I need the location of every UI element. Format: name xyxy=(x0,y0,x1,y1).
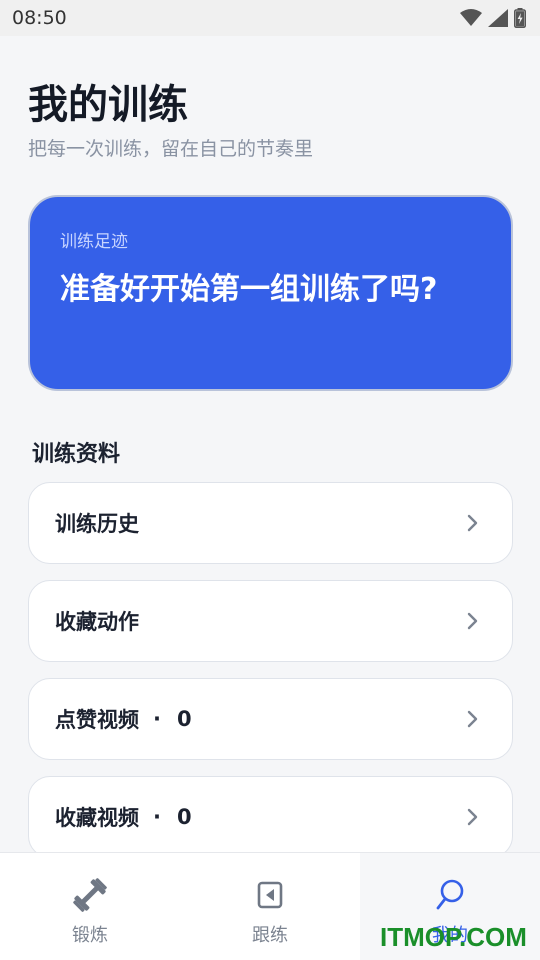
page-title: 我的训练 xyxy=(28,82,188,128)
dot-separator: · xyxy=(153,805,161,829)
watermark: ITMOP.COM xyxy=(380,922,527,952)
list-item-label: 训练历史 xyxy=(55,512,139,536)
nav-label: 跟练 xyxy=(252,925,288,946)
list-item-favorite-moves[interactable]: 收藏动作 xyxy=(28,580,513,662)
battery-icon xyxy=(514,8,526,28)
training-footprint-card[interactable]: 训练足迹 准备好开始第一组训练了吗? xyxy=(28,195,513,391)
chevron-right-icon xyxy=(467,808,478,826)
nav-label: 锻炼 xyxy=(72,925,108,946)
status-time: 08:50 xyxy=(12,7,67,29)
list-item-favorite-videos[interactable]: 收藏视频 · 0 xyxy=(28,776,513,858)
dot-separator: · xyxy=(153,707,161,731)
list-item-label: 收藏视频 · 0 xyxy=(55,805,192,830)
signal-icon xyxy=(488,9,508,27)
dumbbell-icon xyxy=(73,878,107,912)
page-subtitle: 把每一次训练，留在自己的节奏里 xyxy=(28,138,314,160)
play-back-icon xyxy=(257,881,283,909)
list-item-label: 点赞视频 · 0 xyxy=(55,707,192,732)
status-bar: 08:50 xyxy=(0,0,540,36)
favorite-videos-count: 0 xyxy=(176,805,192,829)
chevron-right-icon xyxy=(467,514,478,532)
liked-videos-count: 0 xyxy=(176,707,192,731)
list-item-liked-videos[interactable]: 点赞视频 · 0 xyxy=(28,678,513,760)
nav-tab-follow[interactable]: 跟练 xyxy=(180,853,360,960)
profile-icon xyxy=(436,879,464,910)
hero-label: 训练足迹 xyxy=(60,232,128,252)
list-item-training-history[interactable]: 训练历史 xyxy=(28,482,513,564)
chevron-right-icon xyxy=(467,612,478,630)
section-title: 训练资料 xyxy=(32,442,121,467)
nav-tab-workout[interactable]: 锻炼 xyxy=(0,853,180,960)
wifi-icon xyxy=(460,9,482,26)
list-item-label: 收藏动作 xyxy=(55,610,139,634)
hero-text: 准备好开始第一组训练了吗? xyxy=(60,272,438,307)
status-icons xyxy=(460,8,526,28)
chevron-right-icon xyxy=(467,710,478,728)
